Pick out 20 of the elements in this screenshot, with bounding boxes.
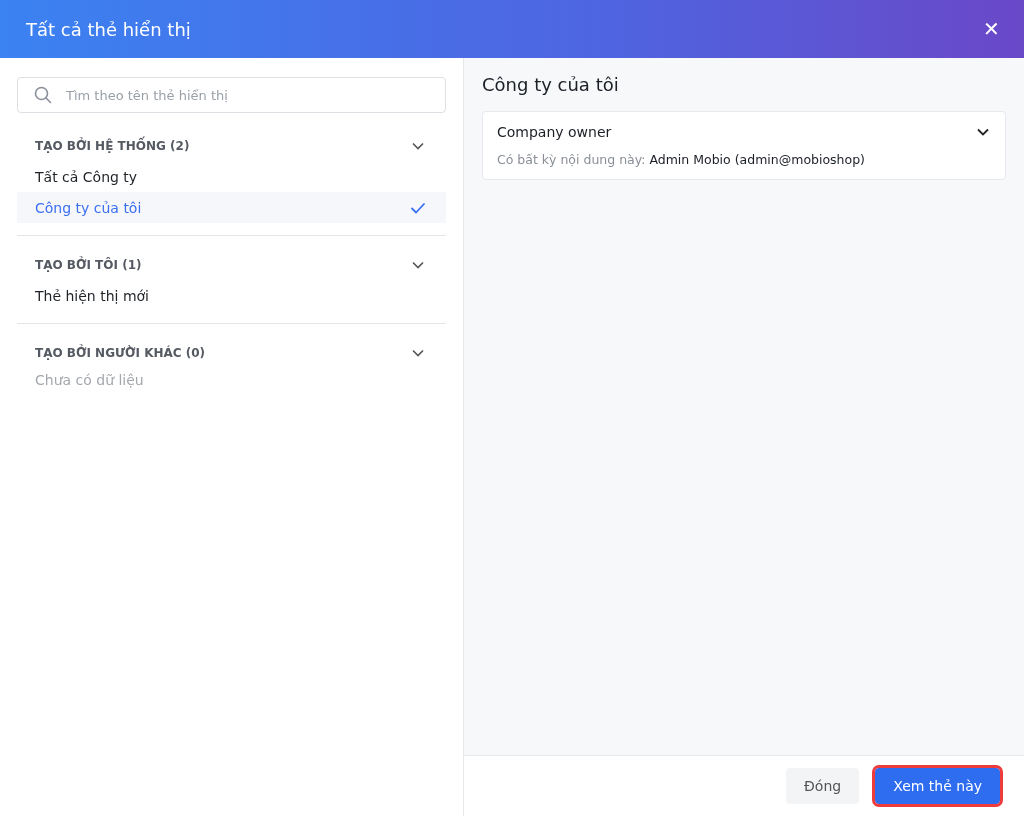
checkmark-icon [410, 201, 426, 214]
close-button[interactable]: ✕ [979, 13, 1004, 45]
chevron-down-icon[interactable] [412, 261, 424, 269]
chevron-down-icon[interactable] [977, 128, 989, 136]
card-title: Company owner [497, 124, 612, 140]
search-field[interactable]: Tìm theo tên thẻ hiển thị [17, 77, 446, 113]
search-icon [34, 86, 52, 104]
view-button[interactable]: Xem thẻ này [875, 768, 1000, 804]
section-heading: TẠO BỞI TÔI (1) [35, 258, 142, 272]
list-item[interactable]: Tất cả Công ty [17, 161, 446, 192]
list-item[interactable]: Thẻ hiện thị mới [17, 280, 446, 311]
list-item[interactable]: Công ty của tôi [17, 192, 446, 223]
window-title: Tất cả thẻ hiển thị [26, 18, 191, 40]
close-dialog-button[interactable]: Đóng [786, 768, 860, 804]
section-heading: TẠO BỞI NGƯỜI KHÁC (0) [35, 346, 206, 360]
detail-title: Công ty của tôi [482, 74, 620, 95]
chevron-down-icon[interactable] [412, 142, 424, 150]
condition-text: Có bất kỳ nội dung này: Admin Mobio (admin@mobioshop) [497, 152, 866, 167]
chevron-down-icon[interactable] [412, 349, 424, 357]
empty-message: Chưa có dữ liệu [34, 371, 145, 390]
